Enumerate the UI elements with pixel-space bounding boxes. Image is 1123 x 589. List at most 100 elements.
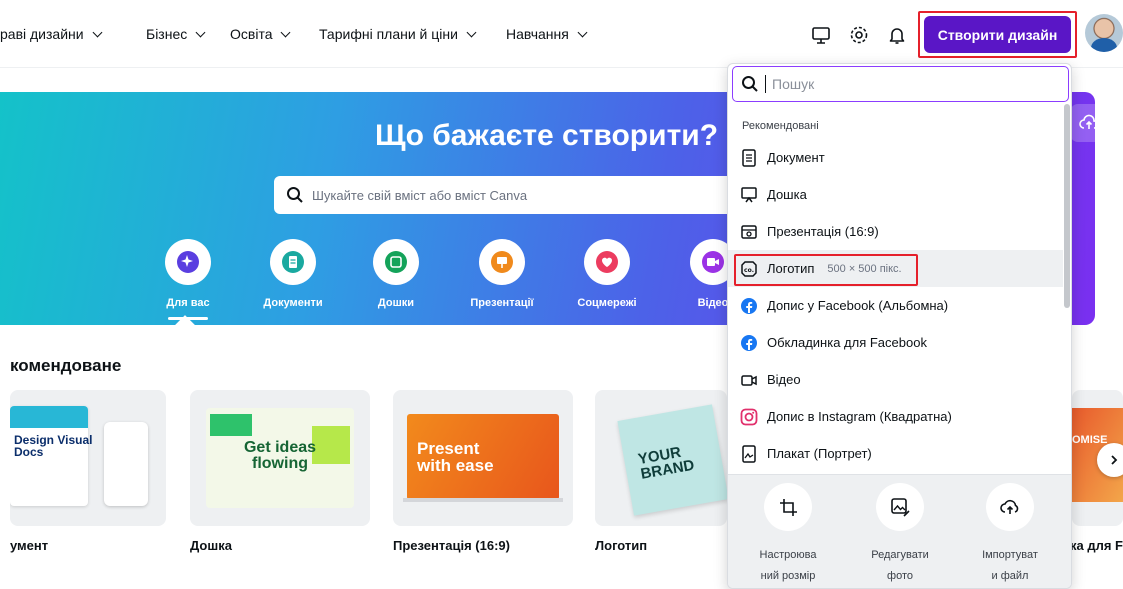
category-docs[interactable]: Документи bbox=[248, 239, 338, 309]
menu-item-whiteboard[interactable]: Дошка bbox=[728, 176, 1063, 213]
menu-item-label: Документ bbox=[767, 150, 825, 165]
dropdown-footer: Настроюва ний розмір Редагувати фото Імп… bbox=[728, 474, 1071, 588]
nav-item-label: Тарифні плани й ціни bbox=[319, 26, 458, 42]
card-preview-text: OMISE bbox=[1072, 434, 1108, 446]
category-label: Для вас bbox=[166, 297, 210, 309]
card-preview-text: Present with ease bbox=[417, 439, 494, 475]
search-placeholder: Пошук bbox=[772, 76, 815, 92]
avatar[interactable] bbox=[1085, 14, 1123, 52]
gear-icon[interactable] bbox=[848, 24, 870, 46]
dropdown-search-input[interactable]: Пошук bbox=[732, 66, 1069, 102]
poster-icon bbox=[742, 444, 756, 463]
create-design-dropdown: Пошук Рекомендовані Документ Дошка Презе… bbox=[727, 63, 1072, 589]
presentation-icon bbox=[741, 224, 757, 239]
dropdown-scrollbar[interactable] bbox=[1063, 102, 1071, 332]
upload-icon bbox=[1000, 499, 1019, 514]
menu-item-document[interactable]: Документ bbox=[728, 139, 1063, 176]
hero-search-input[interactable]: Шукайте свій вміст або вміст Canva bbox=[274, 176, 734, 214]
instagram-icon bbox=[740, 408, 758, 425]
whiteboard-icon bbox=[385, 251, 407, 273]
document-icon bbox=[282, 251, 304, 273]
chevron-down-icon bbox=[466, 27, 477, 37]
nav-item-designs[interactable]: раві дизайни bbox=[0, 26, 103, 42]
category-social[interactable]: Соцмережі bbox=[562, 239, 652, 309]
card-preview-text: Get ideas flowing bbox=[243, 439, 317, 472]
edit-photo-button[interactable]: Редагувати фото bbox=[852, 483, 948, 587]
footer-button-label: Редагувати фото bbox=[871, 549, 929, 582]
video-icon bbox=[741, 374, 757, 386]
section-heading: Рекомендовані bbox=[742, 120, 819, 132]
card-label: ка для Fa bbox=[1070, 538, 1123, 553]
presentation-icon bbox=[491, 251, 513, 273]
category-label: Документи bbox=[263, 297, 323, 309]
menu-item-label: Відео bbox=[767, 372, 801, 387]
menu-item-video[interactable]: Відео bbox=[728, 361, 1063, 398]
desktop-icon[interactable] bbox=[810, 24, 832, 46]
scrollbar-thumb[interactable] bbox=[1064, 104, 1070, 308]
menu-item-label: Допис в Instagram (Квадратна) bbox=[767, 409, 952, 424]
chevron-down-icon bbox=[577, 27, 588, 37]
category-label: Презентації bbox=[470, 297, 534, 309]
cloud-upload-icon bbox=[1079, 114, 1095, 129]
facebook-icon bbox=[741, 334, 757, 351]
chevron-down-icon bbox=[195, 27, 206, 37]
category-label: Соцмережі bbox=[577, 297, 637, 309]
recommended-card-document[interactable]: Design Visual Docs bbox=[10, 390, 166, 526]
sparkle-icon bbox=[177, 251, 199, 273]
menu-item-facebook-post[interactable]: Допис у Facebook (Альбомна) bbox=[728, 287, 1063, 324]
search-icon bbox=[287, 187, 303, 203]
custom-size-button[interactable]: Настроюва ний розмір bbox=[740, 483, 836, 587]
import-file-button[interactable]: Імпортуват и файл bbox=[962, 483, 1058, 587]
top-navigation: раві дизайни Бізнес Освіта Тарифні плани… bbox=[0, 0, 1123, 68]
category-for-you[interactable]: Для вас bbox=[143, 239, 233, 320]
create-design-button[interactable]: Створити дизайн bbox=[924, 16, 1071, 53]
heart-icon bbox=[596, 251, 618, 273]
recommended-card-logo[interactable]: YOUR BRAND bbox=[595, 390, 727, 526]
card-label: Дошка bbox=[190, 538, 232, 553]
card-label: Презентація (16:9) bbox=[393, 538, 510, 553]
nav-item-label: Бізнес bbox=[146, 26, 188, 42]
carousel-next-button[interactable] bbox=[1097, 443, 1123, 477]
edit-photo-icon bbox=[891, 498, 910, 517]
menu-item-facebook-cover[interactable]: Обкладинка для Facebook bbox=[728, 324, 1063, 361]
logo-item-highlight bbox=[734, 254, 918, 286]
nav-item-pricing[interactable]: Тарифні плани й ціни bbox=[319, 26, 477, 42]
footer-button-label: Настроюва ний розмір bbox=[759, 549, 817, 582]
recommended-card-whiteboard[interactable]: Get ideas flowing bbox=[190, 390, 370, 526]
nav-item-education[interactable]: Освіта bbox=[230, 26, 291, 42]
card-preview-text: Design Visual Docs bbox=[14, 433, 93, 459]
menu-item-instagram-post[interactable]: Допис в Instagram (Квадратна) bbox=[728, 398, 1063, 435]
bell-icon[interactable] bbox=[886, 24, 908, 46]
facebook-icon bbox=[741, 297, 757, 314]
menu-item-label: Презентація (16:9) bbox=[767, 224, 879, 239]
recommended-card-presentation[interactable]: Present with ease bbox=[393, 390, 573, 526]
nav-item-learn[interactable]: Навчання bbox=[506, 26, 588, 42]
category-whiteboards[interactable]: Дошки bbox=[351, 239, 441, 309]
custom-size-icon bbox=[780, 499, 797, 516]
footer-button-label: Імпортуват и файл bbox=[982, 549, 1038, 582]
text-caret bbox=[765, 75, 766, 93]
search-placeholder: Шукайте свій вміст або вміст Canva bbox=[312, 187, 528, 203]
menu-item-poster[interactable]: Плакат (Портрет) bbox=[728, 435, 1063, 472]
menu-item-label: Обкладинка для Facebook bbox=[767, 335, 927, 350]
menu-item-label: Дошка bbox=[767, 187, 807, 202]
chevron-right-icon bbox=[1111, 455, 1118, 465]
section-title: комендоване bbox=[10, 356, 122, 375]
whiteboard-icon bbox=[741, 186, 757, 202]
document-icon bbox=[742, 148, 756, 167]
menu-item-presentation[interactable]: Презентація (16:9) bbox=[728, 213, 1063, 250]
card-label: умент bbox=[10, 538, 49, 553]
video-icon bbox=[702, 251, 724, 273]
chevron-down-icon bbox=[281, 27, 291, 37]
category-presentations[interactable]: Презентації bbox=[457, 239, 547, 309]
upload-button[interactable] bbox=[1070, 104, 1095, 142]
nav-item-label: Навчання bbox=[506, 26, 569, 42]
menu-item-label: Плакат (Портрет) bbox=[767, 446, 872, 461]
hero-title: Що бажаєте створити? bbox=[375, 119, 719, 152]
nav-item-label: раві дизайни bbox=[0, 26, 84, 42]
chevron-down-icon bbox=[92, 27, 103, 37]
card-label: Логотип bbox=[595, 538, 648, 553]
search-icon bbox=[742, 76, 758, 92]
nav-item-business[interactable]: Бізнес bbox=[146, 26, 206, 42]
nav-item-label: Освіта bbox=[230, 26, 273, 42]
